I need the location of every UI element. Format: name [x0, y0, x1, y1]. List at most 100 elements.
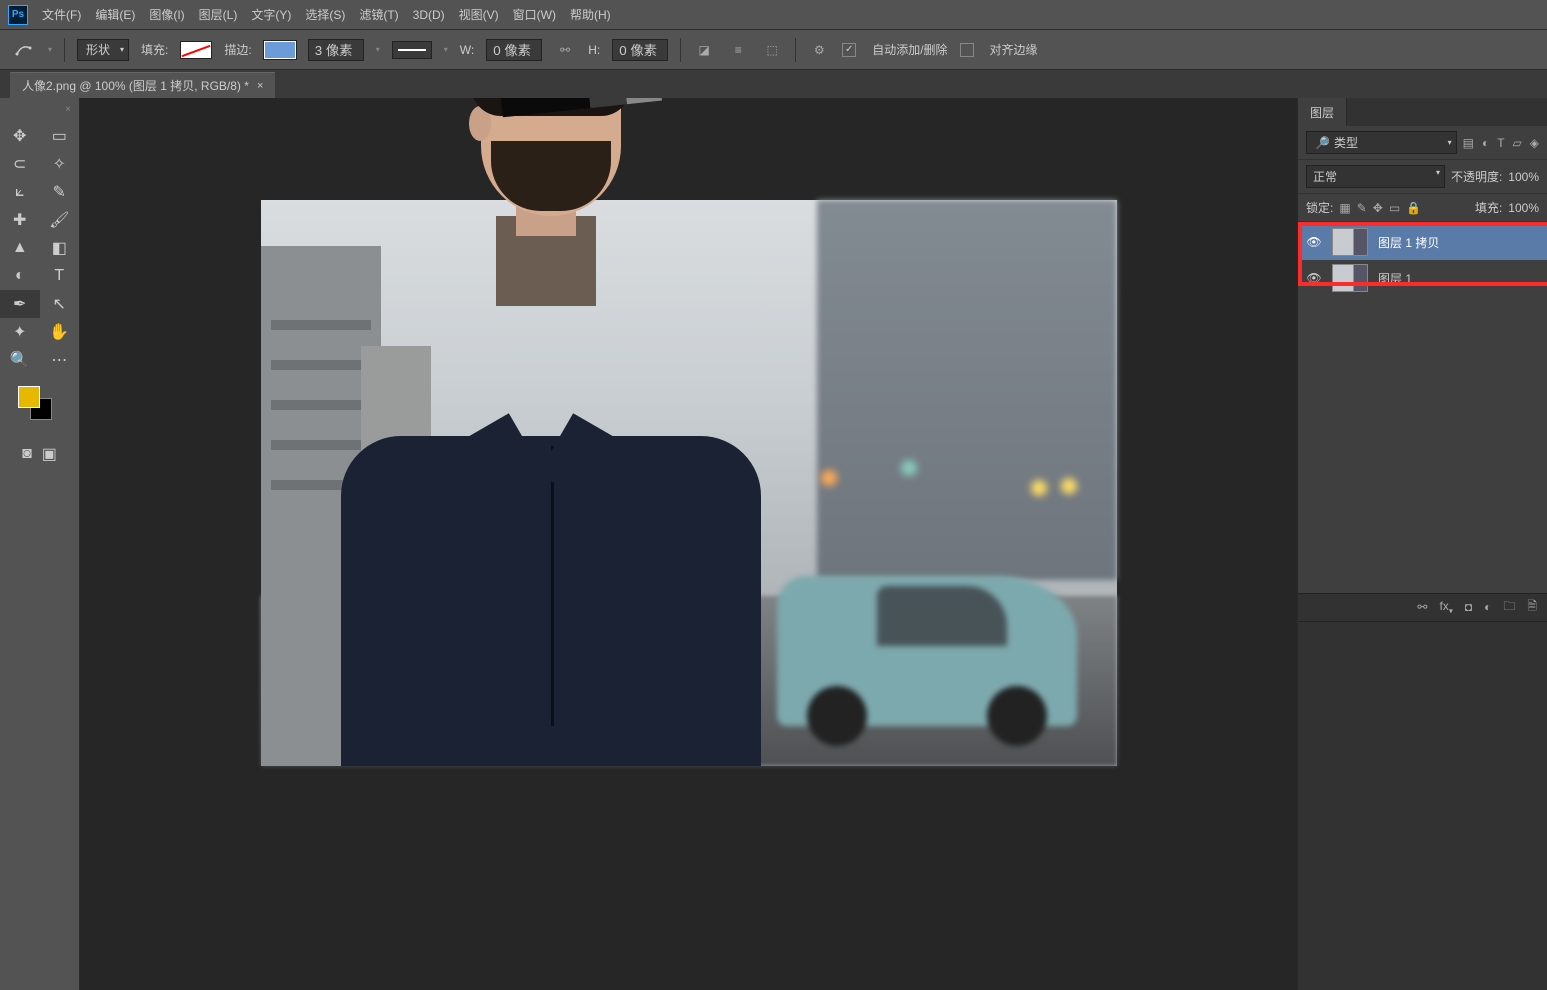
align-edges-checkbox[interactable] — [960, 43, 974, 57]
zoom-tool[interactable]: 🔍 — [0, 346, 40, 374]
blend-mode-select[interactable]: 正常 — [1306, 165, 1445, 188]
lock-pos-icon[interactable]: ✥ — [1373, 201, 1383, 215]
menu-view[interactable]: 视图(V) — [459, 6, 499, 23]
link-layers-icon[interactable]: ⚯ — [1417, 600, 1427, 614]
canvas-area[interactable] — [80, 98, 1297, 990]
layer-filter-dropdown[interactable]: 🔎 类型 — [1306, 131, 1457, 154]
menu-layer[interactable]: 图层(L) — [199, 6, 238, 23]
eyedropper-tool[interactable]: ✎ — [40, 178, 80, 206]
menu-window[interactable]: 窗口(W) — [513, 6, 556, 23]
fill-label: 填充: — [141, 41, 168, 58]
direct-select-tool[interactable]: ↖ — [40, 290, 80, 318]
layer-item[interactable]: 👁 图层 1 — [1298, 260, 1547, 296]
pen-tool[interactable]: ✒ — [0, 290, 40, 318]
move-tool[interactable]: ✥ — [0, 122, 40, 150]
width-label: W: — [460, 43, 474, 57]
lock-paint-icon[interactable]: ✎ — [1357, 201, 1367, 215]
empty-panel-area — [1298, 621, 1547, 990]
menu-3d[interactable]: 3D(D) — [413, 8, 445, 22]
stroke-swatch[interactable] — [264, 41, 296, 59]
shape-tool[interactable]: ✦ — [0, 318, 40, 346]
tools-collapse-icon[interactable]: × — [65, 104, 71, 115]
lasso-tool[interactable]: ⊂ — [0, 150, 40, 178]
document-tab[interactable]: 人像2.png @ 100% (图层 1 拷贝, RGB/8) * × — [10, 72, 275, 98]
opacity-label: 不透明度: — [1451, 168, 1502, 185]
layer-name[interactable]: 图层 1 — [1378, 270, 1412, 287]
layer-thumbnail[interactable] — [1332, 228, 1368, 256]
active-tool-icon[interactable] — [12, 38, 36, 62]
quickmask-icon[interactable]: ◙ — [22, 440, 32, 468]
fill-opacity-label: 填充: — [1475, 199, 1502, 216]
filter-type-icon[interactable]: T — [1497, 136, 1504, 150]
filter-shape-icon[interactable]: ▱ — [1513, 136, 1522, 150]
menu-image[interactable]: 图像(I) — [149, 6, 184, 23]
hand-tool[interactable]: ✋ — [40, 318, 80, 346]
menu-edit[interactable]: 编辑(E) — [95, 6, 135, 23]
height-label: H: — [588, 43, 600, 57]
stroke-style-dropdown[interactable] — [392, 41, 432, 59]
layers-list: 👁 图层 1 拷贝 👁 图层 1 — [1298, 222, 1547, 593]
marquee-tool[interactable]: ▭ — [40, 122, 80, 150]
lock-all-icon[interactable]: 🔒 — [1406, 201, 1421, 215]
lock-nest-icon[interactable]: ▭ — [1389, 201, 1400, 215]
layer-item[interactable]: 👁 图层 1 拷贝 — [1298, 224, 1547, 260]
tools-panel: × ✥ ▭ ⊂ ✧ ⟀ ✎ ✚ 🖌 ▲ ◧ ◐ T ✒ ↖ ✦ ✋ 🔍 ⋯ ◙ — [0, 98, 80, 990]
lock-trans-icon[interactable]: ▦ — [1339, 201, 1350, 215]
menu-help[interactable]: 帮助(H) — [570, 6, 611, 23]
healing-tool[interactable]: ✚ — [0, 206, 40, 234]
width-input[interactable] — [486, 39, 542, 61]
opacity-value[interactable]: 100% — [1508, 170, 1539, 184]
foreground-swatch[interactable] — [18, 386, 40, 408]
visibility-toggle-icon[interactable]: 👁 — [1306, 271, 1322, 285]
menu-filter[interactable]: 滤镜(T) — [359, 6, 398, 23]
filter-pixel-icon[interactable]: ▤ — [1463, 136, 1474, 150]
color-swatches[interactable] — [0, 386, 79, 426]
document-tab-bar: 人像2.png @ 100% (图层 1 拷贝, RGB/8) * × — [0, 70, 1547, 98]
menu-select[interactable]: 选择(S) — [305, 6, 345, 23]
visibility-toggle-icon[interactable]: 👁 — [1306, 235, 1322, 249]
layer-name[interactable]: 图层 1 拷贝 — [1378, 234, 1439, 251]
shape-mode-dropdown[interactable]: 形状 — [77, 39, 129, 61]
height-input[interactable] — [612, 39, 668, 61]
brush-tool[interactable]: 🖌 — [40, 206, 80, 234]
fx-icon[interactable]: fx▾ — [1439, 599, 1452, 615]
layers-tab[interactable]: 图层 — [1298, 98, 1347, 126]
magic-wand-tool[interactable]: ✧ — [40, 150, 80, 178]
menu-type[interactable]: 文字(Y) — [251, 6, 291, 23]
filter-adjust-icon[interactable]: ◐ — [1482, 136, 1489, 150]
path-ops-icon[interactable]: ◪ — [693, 39, 715, 61]
type-tool[interactable]: T — [40, 262, 80, 290]
stroke-label: 描边: — [224, 41, 251, 58]
separator — [795, 38, 796, 62]
align-edges-label: 对齐边缘 — [990, 41, 1038, 58]
document-tab-title: 人像2.png @ 100% (图层 1 拷贝, RGB/8) * — [22, 77, 249, 94]
menu-file[interactable]: 文件(F) — [42, 6, 81, 23]
gear-icon[interactable]: ⚙ — [808, 39, 830, 61]
gradient-tool[interactable]: ◐ — [0, 262, 40, 290]
search-icon: 🔎 — [1315, 136, 1330, 150]
crop-tool[interactable]: ⟀ — [0, 178, 40, 206]
document-canvas[interactable] — [261, 200, 1117, 766]
new-layer-icon[interactable]: 🗎 — [1527, 597, 1537, 618]
menu-bar: Ps 文件(F) 编辑(E) 图像(I) 图层(L) 文字(Y) 选择(S) 滤… — [0, 0, 1547, 30]
more-tools[interactable]: ⋯ — [40, 346, 80, 374]
filter-smart-icon[interactable]: ◈ — [1530, 136, 1539, 150]
close-tab-icon[interactable]: × — [257, 80, 263, 92]
eraser-tool[interactable]: ◧ — [40, 234, 80, 262]
options-bar: ▾ 形状 填充: 描边: ▾ ▾ W: ⚯ H: ◪ ≡ ⬚ ⚙ 自动添加/删除… — [0, 30, 1547, 70]
screenmode-icon[interactable]: ▣ — [42, 440, 57, 468]
layer-thumbnail[interactable] — [1332, 264, 1368, 292]
auto-add-checkbox[interactable] — [842, 43, 856, 57]
mask-icon[interactable]: ◘ — [1465, 600, 1472, 614]
link-wh-icon[interactable]: ⚯ — [554, 39, 576, 61]
align-icon[interactable]: ≡ — [727, 39, 749, 61]
panel-tab-bar: 图层 — [1298, 98, 1547, 126]
stroke-width-input[interactable] — [308, 39, 364, 61]
arrange-icon[interactable]: ⬚ — [761, 39, 783, 61]
fill-opacity-value[interactable]: 100% — [1508, 201, 1539, 215]
auto-add-label: 自动添加/删除 — [872, 41, 947, 58]
stamp-tool[interactable]: ▲ — [0, 234, 40, 262]
adjustment-icon[interactable]: ◐ — [1484, 600, 1491, 614]
fill-swatch[interactable] — [180, 41, 212, 59]
group-icon[interactable]: 🗀 — [1503, 597, 1515, 618]
